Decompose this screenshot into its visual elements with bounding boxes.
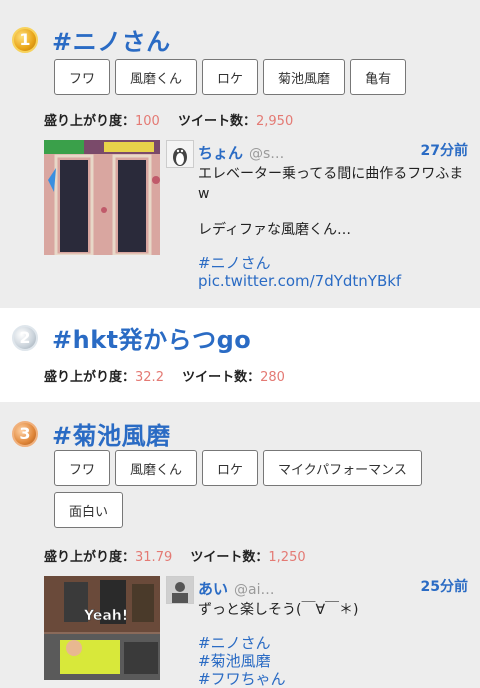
tweet-user[interactable]: あい @ai… [198,578,274,599]
tag-chip[interactable]: フワ [54,59,111,95]
trend-title[interactable]: #菊池風磨 [52,416,171,451]
trend-stats: 盛り上がり度：32.2 ツイート数：280 [44,366,299,385]
trend-stats: 盛り上がり度：100 ツイート数：2,950 [44,110,307,129]
trend-card-1[interactable]: 1 #ニノさん フワ 風磨くん ロケ 菊池風磨 亀有 盛り上がり度：100 ツイ… [0,0,480,308]
excitement-label: 盛り上がり度： [44,370,136,385]
rank-header: 1 #ニノさん [12,22,171,57]
tweet-count-value: 280 [260,370,285,385]
tag-chip[interactable]: 風磨くん [115,59,198,95]
tweet-count-label: ツイート数： [182,370,261,385]
tweet-preview[interactable]: あい @ai… 25分前 ずっと楽しそう(￣∀￣＊) #ニノさん #菊池風磨 #フ… [166,576,468,688]
tweet-link[interactable]: pic.twitter.com/7dYdtnYBkf [198,272,468,290]
excitement-value: 32.2 [135,370,164,385]
svg-text:Yeah!: Yeah! [83,608,128,624]
tag-chip[interactable]: 風磨くん [115,450,198,486]
excitement-label: 盛り上がり度： [44,114,136,129]
tweet-count-label: ツイート数： [177,114,256,129]
avatar[interactable] [166,576,194,604]
tag-chip[interactable]: ロケ [202,450,259,486]
tweet-user[interactable]: ちょん @s… [198,142,284,163]
tweet-hashtag[interactable]: #ニノさん [198,254,468,272]
avatar[interactable] [166,140,194,168]
trend-title[interactable]: #ニノさん [52,22,171,57]
tweet-hashtag[interactable]: #ニノさん [198,634,468,652]
tweet-preview[interactable]: ちょん @s… 27分前 エレベーター乗ってる間に曲作るフワふま w レディファな… [166,140,468,300]
tag-chip[interactable]: ロケ [202,59,259,95]
tweet-hashtag[interactable]: #菊池風磨 [198,652,468,670]
tweet-hashtag[interactable]: #フワちゃん [198,670,468,688]
tag-chip[interactable]: 菊池風磨 [263,59,346,95]
elevator-image-icon [44,140,160,255]
excitement-value: 31.79 [135,550,173,565]
tag-chip[interactable]: 面白い [54,492,124,528]
penguin-icon [173,148,187,166]
rank-header: 2 #hkt発からつgo [12,320,251,355]
tweet-time: 25分前 [420,579,468,595]
tweet-thumbnail[interactable] [44,140,160,255]
trend-title[interactable]: #hkt発からつgo [52,320,251,355]
tweet-text: ずっと楽しそう(￣∀￣＊) [198,602,359,618]
trend-stats: 盛り上がり度：31.79 ツイート数：1,250 [44,546,320,565]
tag-chip[interactable]: フワ [54,450,111,486]
tweet-count-label: ツイート数： [190,550,269,565]
tweet-count-value: 2,950 [256,114,294,129]
tag-chip[interactable]: マイクパフォーマンス [263,450,422,486]
bronze-medal-icon: 3 [12,420,38,447]
tweet-thumbnail[interactable]: Yeah! [44,576,160,680]
tweet-time: 27分前 [420,143,468,159]
trend-card-2[interactable]: 2 #hkt発からつgo 盛り上がり度：32.2 ツイート数：280 [0,308,480,402]
excitement-value: 100 [135,114,160,129]
user-photo-icon [167,577,193,603]
tweet-links: #ニノさん pic.twitter.com/7dYdtnYBkf [198,254,468,290]
tag-chip[interactable]: 亀有 [350,59,407,95]
tag-list: フワ 風磨くん ロケ 菊池風磨 亀有 [54,59,466,95]
rank-header: 3 #菊池風磨 [12,416,171,451]
tweet-text: エレベーター乗ってる間に曲作るフワふま w レディファな風磨くん… [198,166,464,238]
tag-list: フワ 風磨くん ロケ マイクパフォーマンス 面白い [54,450,466,528]
excitement-label: 盛り上がり度： [44,550,136,565]
silver-medal-icon: 2 [12,324,38,351]
tweet-count-value: 1,250 [268,550,306,565]
gold-medal-icon: 1 [12,26,38,53]
trend-card-3[interactable]: 3 #菊池風磨 フワ 風磨くん ロケ マイクパフォーマンス 面白い 盛り上がり度… [0,402,480,688]
show-image-icon: Yeah! [44,576,160,680]
